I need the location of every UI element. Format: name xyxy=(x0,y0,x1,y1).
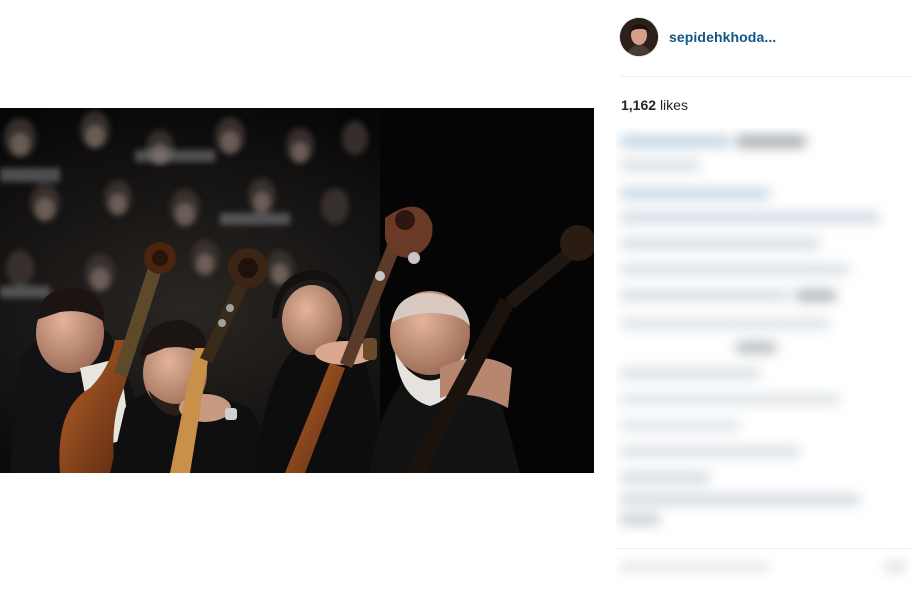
blurred-comments xyxy=(616,128,914,588)
comment-input-blurred[interactable] xyxy=(616,548,914,588)
post-sidebar: sepidehkhoda... 1,162 likes xyxy=(596,0,918,594)
post-photo[interactable] xyxy=(0,108,594,473)
avatar[interactable] xyxy=(620,18,658,56)
post-header: sepidehkhoda... xyxy=(620,16,910,77)
likes-number: 1,162 xyxy=(621,97,657,113)
username-link[interactable]: sepidehkhoda... xyxy=(669,29,776,45)
likes-count[interactable]: 1,162 likes xyxy=(621,97,688,113)
instagram-post-page: sepidehkhoda... 1,162 likes xyxy=(0,0,918,594)
comments-section-blurred xyxy=(616,128,914,588)
likes-label: likes xyxy=(659,97,688,113)
